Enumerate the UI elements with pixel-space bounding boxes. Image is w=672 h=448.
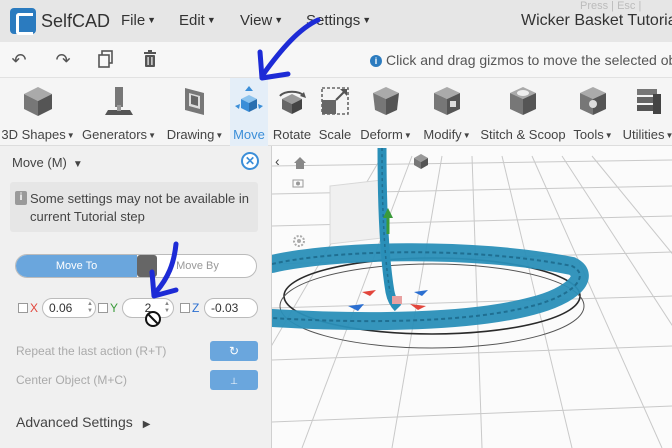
utilities-icon — [637, 89, 661, 114]
annotation-arrow-y-field — [149, 241, 179, 299]
drawing-icon — [185, 88, 204, 115]
deform-icon — [373, 87, 399, 115]
copy-icon[interactable] — [96, 50, 116, 70]
axis-x-checkbox[interactable] — [18, 303, 28, 313]
tool-tools[interactable]: Tools▼ — [570, 78, 616, 146]
caret-down-icon: ▼ — [72, 159, 83, 170]
chevron-down-icon: ▼ — [148, 131, 156, 140]
press-esc-hint: Press | Esc | — [580, 0, 642, 12]
tool-modify[interactable]: Modify▼ — [418, 78, 476, 146]
repeat-last-action-label: Repeat the last action (R+T) — [16, 344, 167, 358]
not-allowed-cursor-icon — [145, 311, 161, 327]
tutorial-notice: i Some settings may not be available in … — [10, 182, 258, 232]
chevron-down-icon: ▼ — [462, 131, 471, 140]
close-panel-button[interactable]: ✕ — [241, 152, 259, 170]
tool-utilities[interactable]: Utilities▼ — [618, 78, 672, 146]
camera-icon[interactable] — [292, 178, 304, 188]
axis-y-checkbox[interactable] — [98, 303, 108, 313]
scale-icon — [321, 87, 349, 115]
tool-deform[interactable]: Deform▼ — [356, 78, 416, 146]
info-icon: i — [15, 191, 27, 205]
redo-icon[interactable]: ↷ — [53, 50, 73, 70]
chevron-down-icon: ▼ — [665, 131, 672, 140]
chevron-down-icon: ▼ — [604, 131, 613, 140]
axis-x-stepper[interactable]: ▲ ▼ — [87, 301, 93, 315]
center-icon: ⊥ — [230, 376, 238, 386]
chevron-down-icon: ▼ — [206, 15, 216, 25]
tool-rotate[interactable]: Rotate — [270, 78, 314, 146]
view-cube-icon[interactable] — [412, 152, 430, 170]
repeat-last-action-button[interactable]: ↻ — [210, 341, 258, 361]
status-hint: i Click and drag gizmos to move the selec… — [370, 52, 672, 68]
move-settings-panel: Move (M) ▼ ✕ i Some settings may not be a… — [0, 146, 272, 448]
undo-icon[interactable]: ↶ — [9, 50, 29, 70]
chevron-down-icon: ▼ — [147, 15, 157, 25]
axis-z-group: Z -0.03 — [180, 298, 260, 320]
selfcad-logo[interactable]: SelfCAD — [10, 8, 111, 35]
chevron-down-icon: ▼ — [66, 131, 75, 140]
trash-icon[interactable] — [140, 50, 160, 70]
menu-bar: SelfCAD File ▼ Edit ▼ View ▼ Settings ▼ Pres… — [0, 0, 672, 42]
generator-icon — [105, 87, 133, 115]
move-mode-toggle[interactable]: Move To Move By — [15, 254, 257, 278]
axis-y-stepper[interactable]: ▲ ▼ — [164, 301, 170, 315]
scene-canvas: ‹ — [272, 147, 672, 448]
cube-icon — [24, 87, 52, 116]
advanced-settings-toggle[interactable]: Advanced Settings ▶ — [16, 414, 150, 430]
wicker-basket-model — [272, 147, 589, 331]
home-view-icon[interactable] — [293, 156, 307, 170]
menu-file[interactable]: File ▼ — [121, 12, 156, 29]
info-icon: i — [370, 55, 382, 67]
tab-move-to[interactable]: Move To — [16, 255, 137, 277]
tool-scale[interactable]: Scale — [316, 78, 354, 146]
axis-z-input[interactable]: -0.03 — [204, 298, 258, 318]
axis-z-checkbox[interactable] — [180, 303, 190, 313]
caret-right-icon: ▶ — [142, 419, 151, 430]
tool-3d-shapes[interactable]: 3D Shapes▼ — [0, 78, 76, 146]
refresh-icon: ↻ — [228, 344, 240, 358]
chevron-down-icon: ▼ — [403, 131, 412, 140]
tutorial-title: Wicker Basket Tutorial — [521, 12, 672, 29]
chevron-down-icon: ▼ — [215, 131, 224, 140]
selection-box — [329, 179, 383, 245]
stitch-scoop-icon — [510, 87, 536, 115]
tool-drawing[interactable]: Drawing▼ — [162, 78, 228, 146]
selfcad-logo-icon — [10, 8, 36, 35]
quick-action-bar: ↶ ↷ i Click and drag gizmos to move the s… — [0, 42, 672, 78]
center-object-button[interactable]: ⊥ — [210, 370, 258, 390]
axis-z-label: Z — [192, 301, 200, 315]
settings-gear-icon[interactable] — [292, 234, 306, 248]
main-toolbar: 3D Shapes▼ Generators▼ Drawing▼ Move Rot… — [0, 78, 672, 146]
rotate-icon — [279, 90, 306, 114]
modify-icon — [434, 87, 460, 115]
axis-x-label: X — [30, 301, 39, 315]
center-object-label: Center Object (M+C) — [16, 373, 128, 387]
tool-generators[interactable]: Generators▼ — [78, 78, 160, 146]
tools-icon — [580, 87, 606, 115]
app-name: SelfCAD — [41, 10, 111, 31]
annotation-arrow-move — [257, 17, 321, 81]
3d-viewport[interactable]: ‹ — [272, 146, 672, 448]
move-icon — [235, 86, 263, 112]
tool-stitch-scoop[interactable]: Stitch & Scoop — [478, 78, 568, 146]
panel-title[interactable]: Move (M) ▼ — [12, 155, 83, 170]
collapse-panel-icon: ‹ — [275, 153, 280, 169]
axis-y-label: Y — [110, 301, 119, 315]
menu-edit[interactable]: Edit ▼ — [179, 12, 216, 29]
axis-x-group: X 0.06 ▲ ▼ — [18, 298, 96, 320]
chevron-down-icon: ▼ — [362, 15, 372, 25]
tool-move[interactable]: Move — [230, 78, 268, 146]
